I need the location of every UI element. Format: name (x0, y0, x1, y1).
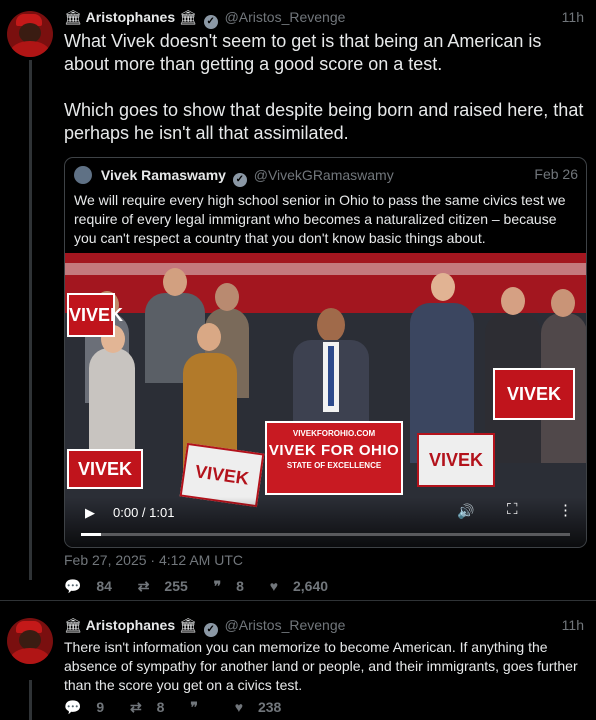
quote-author-handle[interactable]: @VivekGRamaswamy (254, 167, 394, 183)
like-button[interactable]: ♥ 238 (235, 699, 293, 715)
crowd-head (551, 289, 575, 317)
quote-icon: ❞ (213, 578, 222, 594)
bank-icon: 🏛 (64, 617, 82, 633)
verified-icon: ✓ (232, 173, 247, 187)
more-options-icon[interactable]: ⋮ (558, 501, 573, 519)
video-progress-fill (81, 533, 101, 536)
campaign-sign: VIVEK (493, 368, 575, 420)
avatar[interactable] (7, 11, 53, 57)
thread-line (29, 60, 32, 580)
thread-line (29, 680, 32, 720)
author-name[interactable]: Aristophanes (86, 9, 175, 25)
retweet-button[interactable]: ⇄ 255 (138, 578, 199, 594)
retweet-count: 8 (156, 699, 165, 715)
quote-count: 8 (236, 578, 244, 594)
crowd-head (163, 268, 187, 296)
heart-icon: ♥ (234, 699, 244, 715)
play-icon[interactable]: ▶ (85, 505, 95, 521)
tweet-text: What Vivek doesn't seem to get is that b… (64, 30, 589, 168)
comment-icon: 💬 (64, 578, 82, 594)
quote-text: We will require every high school senior… (74, 192, 566, 246)
tweet-text: There isn't information you can memorize… (64, 639, 578, 693)
author-handle[interactable]: @Aristos_Revenge (225, 9, 346, 25)
quote-icon: ❞ (190, 699, 198, 715)
reply-button[interactable]: 💬 9 (64, 699, 115, 715)
tweet-header: 🏛 Aristophanes 🏛 ✓ @Aristos_Revenge (64, 617, 345, 637)
retweet-count: 255 (164, 578, 188, 594)
tweet-stats: 💬 9 ⇄ 8 ❞ ♥ 238 (64, 699, 303, 716)
speaker-tie (328, 346, 334, 406)
avatar[interactable] (7, 618, 53, 664)
quote-button[interactable]: ❞ (190, 699, 223, 715)
tweet-stats: 💬 84 ⇄ 255 ❞ 8 ♥ 2,640 (64, 578, 350, 595)
speaker-head (317, 308, 345, 342)
tweet-time[interactable]: 11h (562, 617, 584, 633)
bank-icon: 🏛 (179, 9, 197, 25)
avatar-face (19, 630, 41, 650)
video-progress-bar[interactable] (81, 533, 570, 536)
avatar-body (10, 41, 50, 57)
tweet-header: 🏛 Aristophanes 🏛 ✓ @Aristos_Revenge (64, 9, 345, 29)
retweet-icon: ⇄ (137, 578, 150, 594)
like-count: 238 (257, 699, 282, 715)
author-name[interactable]: Aristophanes (86, 617, 175, 633)
bank-icon: 🏛 (64, 9, 82, 25)
like-count: 2,640 (293, 578, 329, 594)
crowd-head (215, 283, 239, 311)
video-time: 0:00 / 1:01 (113, 505, 175, 520)
volume-icon[interactable]: 🔊 (457, 503, 474, 520)
podium-sign: VIVEKFOROHIO.COM VIVEK FOR OHIO STATE OF… (265, 421, 403, 495)
quote-author-name[interactable]: Vivek Ramaswamy (101, 167, 226, 183)
quoted-tweet[interactable]: Vivek Ramaswamy ✓ @VivekGRamaswamy Feb 2… (64, 157, 587, 548)
retweet-button[interactable]: ⇄ 8 (130, 699, 175, 715)
heart-icon: ♥ (269, 578, 279, 594)
crowd-head (501, 287, 525, 315)
campaign-sign: VIVEK (67, 293, 123, 337)
fullscreen-icon[interactable]: ⛶ (507, 501, 518, 518)
tweet-date[interactable]: Feb 27, 2025 · 4:12 AM UTC (64, 552, 243, 568)
reply-button[interactable]: 💬 84 (64, 578, 123, 594)
avatar-face (19, 23, 41, 43)
quote-avatar[interactable] (74, 166, 92, 184)
video-backdrop-stripe (65, 263, 586, 275)
verified-icon: ✓ (203, 15, 218, 29)
tweet-time[interactable]: 11h (562, 9, 584, 25)
quote-button[interactable]: ❞ 8 (214, 578, 255, 594)
reply-count: 9 (96, 699, 105, 715)
tweet-divider (0, 600, 596, 601)
author-handle[interactable]: @Aristos_Revenge (225, 617, 346, 633)
campaign-sign: VIVEK (67, 449, 143, 489)
tweet-paragraph: Which goes to show that despite being bo… (64, 100, 584, 143)
bank-icon: 🏛 (179, 617, 197, 633)
crowd-head (197, 323, 221, 351)
crowd-head (431, 273, 455, 301)
reply-count: 84 (96, 578, 112, 594)
tweet-paragraph: What Vivek doesn't seem to get is that b… (64, 31, 542, 74)
podium-title: VIVEK FOR OHIO (268, 442, 400, 459)
video-player[interactable]: VIVEK VIVEK VIVEK VIVEK VIVEK VIVEKFOROH… (65, 253, 586, 547)
retweet-icon: ⇄ (130, 699, 142, 715)
quote-header: Vivek Ramaswamy ✓ @VivekGRamaswamy (74, 166, 394, 187)
avatar-body (10, 648, 50, 664)
verified-icon: ✓ (203, 623, 218, 637)
podium-url: VIVEKFOROHIO.COM (292, 429, 376, 438)
podium-subtitle: STATE OF EXCELLENCE (286, 461, 382, 470)
campaign-sign: VIVEK (417, 433, 495, 487)
like-button[interactable]: ♥ 2,640 (270, 578, 339, 594)
video-controls: ▶ 0:00 / 1:01 🔊 ⛶ ⋮ (65, 497, 586, 547)
quote-date[interactable]: Feb 26 (534, 166, 578, 182)
comment-icon: 💬 (64, 699, 82, 715)
